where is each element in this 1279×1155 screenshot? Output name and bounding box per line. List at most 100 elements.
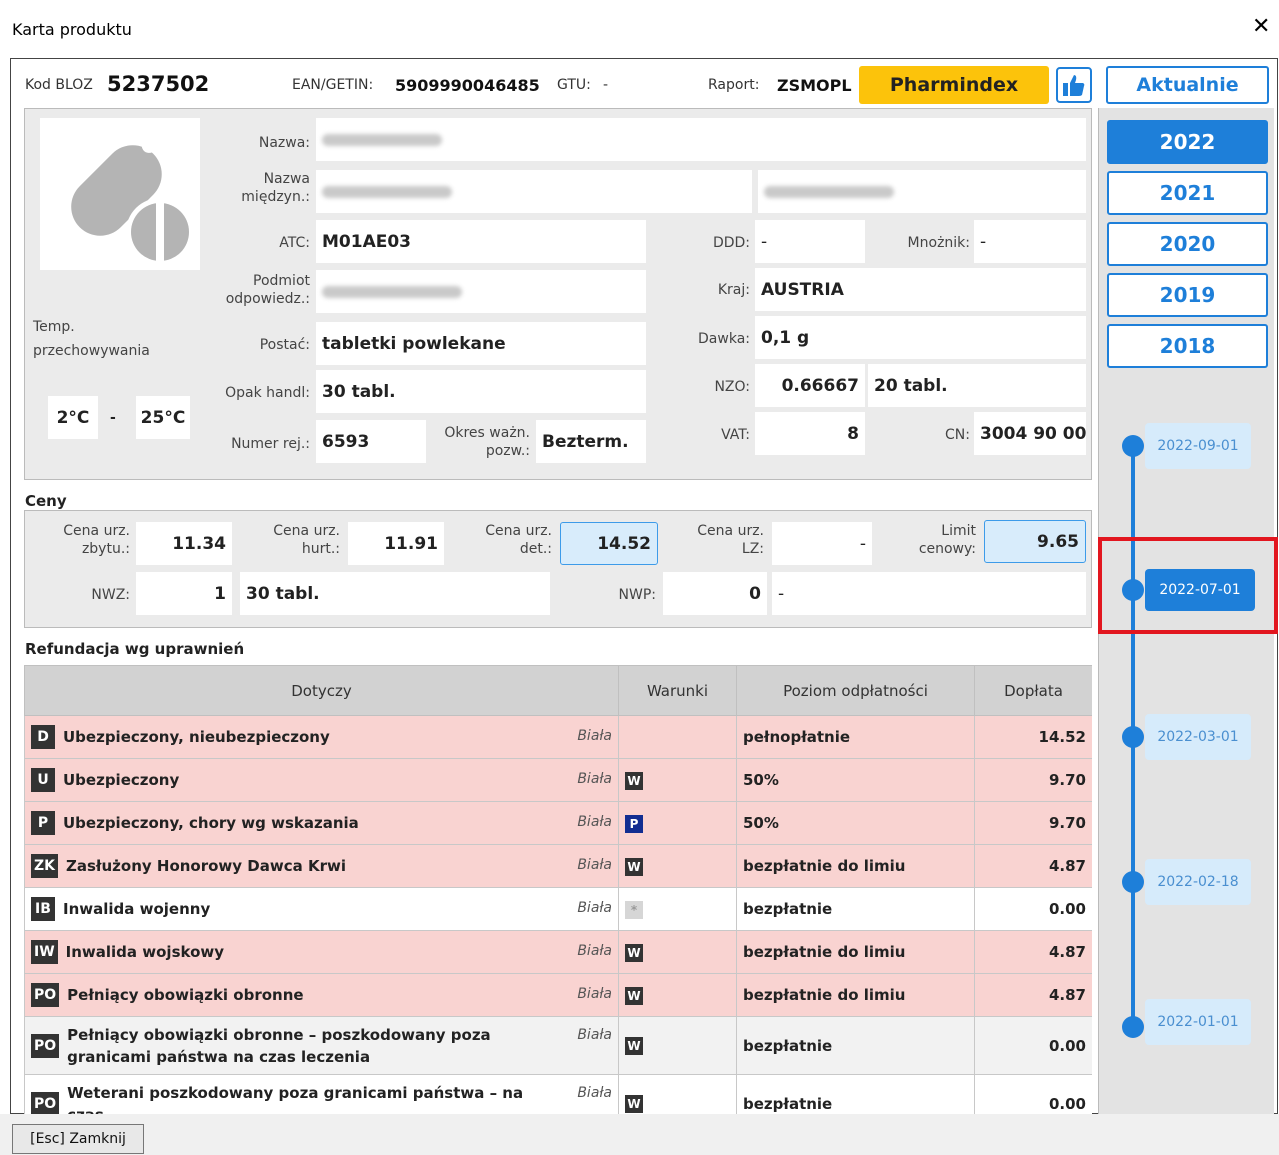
code-badge: P (31, 811, 55, 835)
table-row[interactable]: Biała PO Pełniący obowiązki obronne – pos… (24, 1016, 1092, 1075)
nazwa-miedzyn-field-2 (758, 170, 1086, 213)
refund-table: Dotyczy Warunki Poziom odpłatności Dopła… (24, 665, 1092, 1114)
table-row[interactable]: Biała PO Weterani poszkodowany poza grani… (24, 1074, 1092, 1114)
product-image (40, 118, 200, 270)
atc-label: ATC: (279, 235, 310, 251)
dotyczy-cell: Biała IW Inwalida wojskowy (24, 930, 619, 974)
table-row[interactable]: Biała PO Pełniący obowiązki obronne W bez… (24, 973, 1092, 1017)
redacted-text (764, 185, 894, 198)
nazwa-field (316, 118, 1086, 161)
okres-label: Okres ważn. pozw.: (444, 425, 530, 459)
doplata-cell: 9.70 (974, 758, 1092, 802)
nazwa-miedzyn-label: Nazwa międzyn.: (241, 171, 310, 205)
timeline-date-2022-02-18[interactable]: 2022-02-18 (1145, 859, 1251, 905)
timeline-dot[interactable] (1122, 1016, 1144, 1038)
bloz-value: 5237502 (107, 72, 210, 96)
doplata-cell: 0.00 (974, 887, 1092, 931)
list-type: Biała (577, 1084, 612, 1101)
timeline-dot[interactable] (1122, 435, 1144, 457)
poziom-cell: bezpłatnie (736, 887, 975, 931)
table-row[interactable]: Biała U Ubezpieczony W 50% 9.70 (24, 758, 1092, 802)
nwp-field: 0 (663, 572, 767, 615)
poziom-cell: 50% (736, 801, 975, 845)
refund-table-viewport[interactable]: Dotyczy Warunki Poziom odpłatności Dopła… (24, 665, 1092, 1114)
dotyczy-cell: Biała U Ubezpieczony (24, 758, 619, 802)
gtu-value: - (603, 77, 609, 93)
mnoznik-field: - (974, 220, 1086, 263)
close-icon[interactable]: ✕ (1252, 16, 1270, 38)
cn-field: 3004 90 00 (974, 412, 1086, 455)
list-type: Biała (577, 986, 612, 1002)
limit-field: 9.65 (984, 520, 1086, 563)
table-row[interactable]: Biała P Ubezpieczony, chory wg wskazania … (24, 801, 1092, 845)
year-button-2019[interactable]: 2019 (1107, 273, 1268, 317)
temp-min-field: 2°C (48, 396, 98, 439)
cena-lz-label: Cena urz. LZ: (697, 523, 764, 557)
code-badge: IB (31, 897, 55, 921)
aktualnie-button[interactable]: Aktualnie (1106, 66, 1269, 104)
raport-value: ZSMOPL (777, 76, 852, 95)
condition-badge: W (625, 986, 643, 1005)
timeline-date-2022-01-01[interactable]: 2022-01-01 (1145, 999, 1251, 1045)
title-bar (0, 0, 1279, 58)
year-button-2020[interactable]: 2020 (1107, 222, 1268, 266)
timeline-dot[interactable] (1122, 726, 1144, 748)
pill-icon (71, 131, 194, 266)
cena-lz-field: - (772, 522, 872, 565)
nazwa-label: Nazwa: (258, 135, 310, 151)
mnoznik-label: Mnożnik: (907, 235, 970, 251)
timeline-date-2022-09-01[interactable]: 2022-09-01 (1145, 423, 1251, 469)
doplata-cell: 0.00 (974, 1074, 1092, 1114)
category-name: Ubezpieczony, chory wg wskazania (63, 814, 359, 832)
highlight-box (1098, 537, 1278, 634)
category-name: Zasłużony Honorowy Dawca Krwi (66, 857, 346, 875)
nwz-unit-field: 30 tabl. (240, 572, 550, 615)
cena-det-label: Cena urz. det.: (485, 523, 552, 557)
pharmindex-button[interactable]: Pharmindex (859, 66, 1049, 104)
condition-badge: * (625, 900, 643, 919)
table-row[interactable]: Biała IW Inwalida wojskowy W bezpłatnie d… (24, 930, 1092, 974)
thumbs-up-icon (1063, 75, 1085, 96)
table-header-row: Dotyczy Warunki Poziom odpłatności Dopła… (24, 665, 1092, 716)
cena-hurt-field: 11.91 (348, 522, 444, 565)
vat-field: 8 (755, 412, 865, 455)
condition-badge: P (625, 814, 643, 833)
numer-rej-field: 6593 (316, 420, 426, 463)
dotyczy-cell: Biała ZK Zasłużony Honorowy Dawca Krwi (24, 844, 619, 888)
table-row[interactable]: Biała ZK Zasłużony Honorowy Dawca Krwi W … (24, 844, 1092, 888)
nzo-unit-field: 20 tabl. (868, 364, 1086, 407)
thumbs-up-button[interactable] (1056, 67, 1092, 103)
category-name: Pełniący obowiązki obronne (67, 986, 304, 1004)
condition-badge: W (625, 943, 643, 962)
warunki-cell: P (618, 801, 737, 845)
list-type: Biała (577, 771, 612, 787)
table-row[interactable]: Biała IB Inwalida wojenny * bezpłatnie 0.… (24, 887, 1092, 931)
kraj-field: AUSTRIA (755, 268, 1086, 311)
redacted-text (322, 285, 462, 298)
nwp-unit-field: - (772, 572, 1086, 615)
timeline-dot[interactable] (1122, 871, 1144, 893)
numer-rej-label: Numer rej.: (231, 436, 310, 452)
poziom-cell: 50% (736, 758, 975, 802)
vat-label: VAT: (721, 427, 750, 443)
dotyczy-cell: Biała P Ubezpieczony, chory wg wskazania (24, 801, 619, 845)
doplata-cell: 9.70 (974, 801, 1092, 845)
ceny-title: Ceny (25, 492, 67, 510)
warunki-cell: * (618, 887, 737, 931)
nzo-label: NZO: (714, 379, 750, 395)
table-row[interactable]: Biała D Ubezpieczony, nieubezpieczony peł… (24, 715, 1092, 759)
kraj-label: Kraj: (717, 282, 750, 298)
poziom-cell: bezpłatnie (736, 1016, 975, 1075)
year-button-2018[interactable]: 2018 (1107, 324, 1268, 368)
nwp-label: NWP: (618, 587, 656, 603)
redacted-text (322, 133, 442, 146)
year-button-2021[interactable]: 2021 (1107, 171, 1268, 215)
poziom-cell: bezpłatnie do limiu (736, 844, 975, 888)
timeline-date-2022-03-01[interactable]: 2022-03-01 (1145, 714, 1251, 760)
code-badge: PO (31, 1033, 60, 1058)
cena-zbytu-field: 11.34 (136, 522, 232, 565)
year-button-2022[interactable]: 2022 (1107, 120, 1268, 164)
list-type: Biała (577, 900, 612, 916)
close-button[interactable]: [Esc] Zamknij (12, 1124, 144, 1154)
list-type: Biała (577, 1026, 612, 1043)
